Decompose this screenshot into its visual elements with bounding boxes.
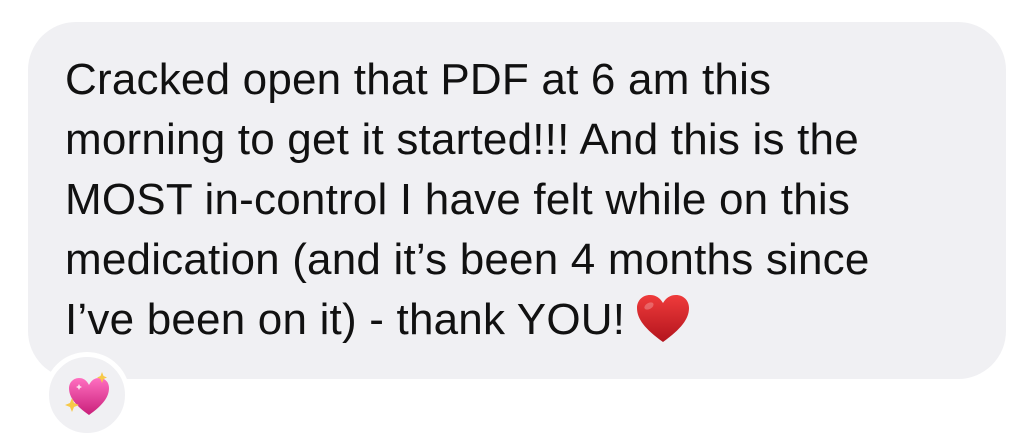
- reaction-badge[interactable]: [44, 352, 130, 438]
- message-line: MOST in-control I have felt while on thi…: [65, 175, 851, 224]
- message-line-last: I’ve been on it) - thank YOU!: [65, 290, 995, 350]
- message-line-text: I’ve been on it) - thank YOU!: [65, 295, 626, 344]
- message-line: medication (and it’s been 4 months since: [65, 235, 870, 284]
- message-line: morning to get it started!!! And this is…: [65, 115, 859, 164]
- message-text: Cracked open that PDF at 6 am this morni…: [65, 50, 995, 350]
- red-heart-icon: [637, 295, 690, 342]
- message-line: Cracked open that PDF at 6 am this: [65, 55, 772, 104]
- sparkling-heart-icon: [65, 372, 109, 415]
